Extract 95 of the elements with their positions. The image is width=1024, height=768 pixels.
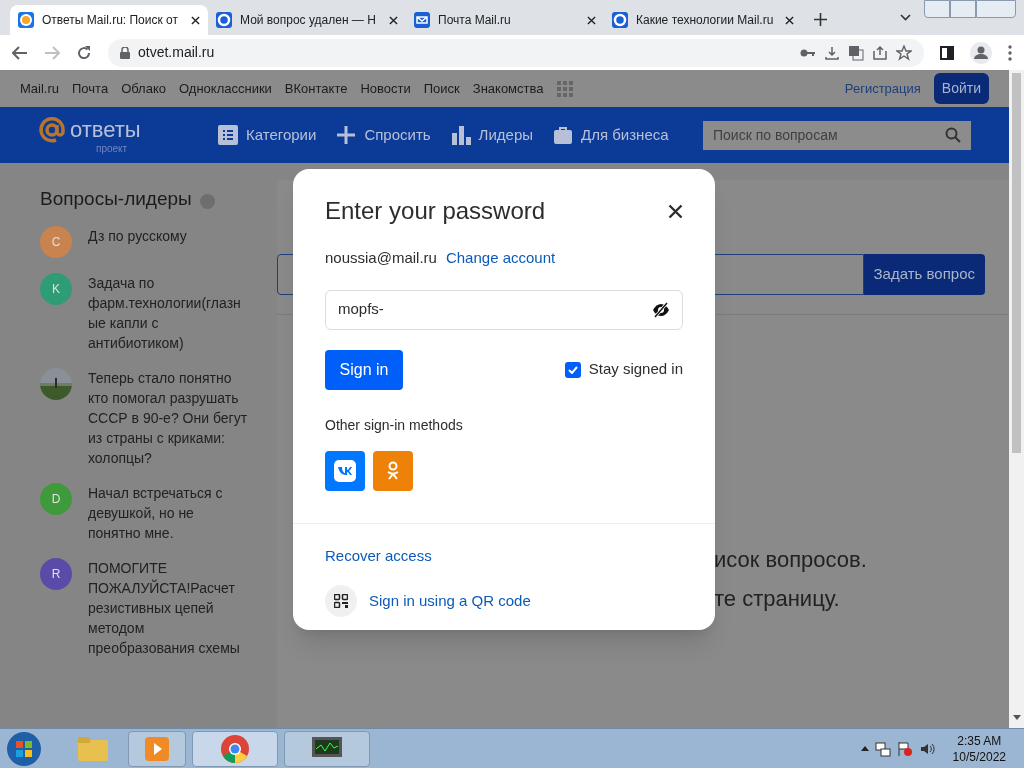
logo-subtitle: проект [96,144,129,154]
sign-in-button[interactable]: Sign in [325,349,403,390]
profile-icon[interactable] [970,41,992,64]
question-link[interactable]: ПОМОГИТЕ ПОЖАЛУЙСТА!Расчет резистивных цепей методом преобразования схемы [88,557,248,658]
dialog-title: Enter your password [325,196,546,226]
close-icon[interactable] [587,15,596,25]
header-nav-item[interactable]: Категории [218,123,317,147]
vk-icon [334,459,356,482]
address-bar[interactable]: otvet.mail.ru [108,38,924,67]
header-nav-item[interactable]: Спросить [336,123,431,147]
section-label: Other sign-in methods [325,415,464,435]
vk-button[interactable] [325,450,365,491]
register-link[interactable]: Регистрация [844,78,921,99]
ring-icon [612,12,628,28]
plus-icon [336,125,357,145]
check-icon [567,365,578,374]
menu-icon[interactable] [1008,44,1012,61]
network-icon[interactable] [874,740,891,757]
search-icon [945,127,961,143]
nav-link[interactable]: Mail.ru [20,78,59,99]
avatar: R [40,557,72,590]
briefcase-icon [553,125,574,145]
reload-icon[interactable] [76,44,92,61]
question-link[interactable]: Начал встречаться с девушкой, но не понятно мне. [88,482,248,543]
close-icon[interactable] [389,15,398,25]
close-icon[interactable] [668,203,683,219]
tab-title: Мой вопрос удален — H [240,12,377,29]
key-icon[interactable] [800,47,816,58]
logo-text: ответы [70,119,141,141]
download-icon[interactable] [824,44,840,61]
chevron-icon[interactable] [900,14,911,21]
lock-icon [120,46,130,59]
nav-link[interactable]: Одноклассники [179,78,272,99]
nav-link[interactable]: ВКонтакте [284,78,348,99]
message-text: исок вопросов. [714,546,868,574]
translate-icon[interactable] [848,44,864,61]
at-logo-icon [38,116,66,144]
header-nav-item[interactable]: Для бизнеса [553,123,669,147]
star-icon[interactable] [896,44,912,61]
avatar: K [40,272,72,305]
avatar: C [40,225,72,258]
flag-icon[interactable] [896,740,913,757]
nav-link[interactable]: Новости [360,78,411,99]
qr-icon[interactable] [325,585,357,617]
question-link[interactable]: Задача по фарм.технологии(глазные капли с антибиотиком) [88,272,248,353]
ok-button[interactable] [373,450,413,491]
sidebar-icon[interactable] [940,45,954,60]
list-icon [218,125,238,145]
eye-off-icon[interactable] [652,301,670,318]
play-icon [145,736,169,761]
tab-title: Ответы Mail.ru: Поиск от [42,12,179,29]
ok-icon [387,460,399,481]
browser-tab[interactable]: Мой вопрос удален — H [208,5,406,35]
account-email: noussia@mail.ru [325,248,437,268]
nav-link[interactable]: Почта [72,78,109,99]
sidebar-title: Вопросы-лидеры [40,187,192,211]
folder-icon [78,736,108,761]
envelope-icon [414,12,430,28]
browser-tab[interactable]: Ответы Mail.ru: Поиск от [10,5,208,35]
start-button[interactable] [6,730,42,767]
browser-tab[interactable]: Почта Mail.ru [406,5,604,35]
login-button[interactable]: Войти [933,73,989,104]
header-nav-item[interactable]: Лидеры [450,123,534,147]
search-field[interactable]: Поиск по вопросам [703,120,971,150]
scroll-down-icon[interactable] [1012,715,1021,720]
password-field[interactable]: mopfs- [325,289,683,330]
tray-arrow-icon[interactable] [860,746,869,751]
ask-button[interactable]: Задать вопрос [863,254,985,295]
chrome-icon [220,733,250,764]
nav-link[interactable]: Поиск [423,78,460,99]
message-text: те страницу. [714,585,841,613]
recover-link[interactable]: Recover access [325,544,683,567]
ring-icon [216,12,232,28]
question-link[interactable]: Дз по русскому [88,225,248,258]
close-icon[interactable] [191,15,200,25]
scrollbar-thumb[interactable] [1012,73,1021,453]
share-icon[interactable] [872,44,888,61]
nav-link[interactable]: Знакомства [472,78,544,99]
checkbox[interactable] [564,361,581,378]
change-account-link[interactable]: Change account [445,247,556,270]
nav-link[interactable]: Облако [121,78,166,99]
clock-date[interactable]: 10/5/2022 [952,748,1006,765]
close-icon[interactable] [785,15,794,25]
question-link[interactable]: Теперь стало понятно кто помогал разрушать СССР в 90-е? Они бегут из страны с криками: холопцы? [88,367,248,468]
avatar: D [40,482,72,515]
back-icon[interactable] [12,45,28,60]
checkbox-label[interactable]: Stay signed in [588,358,683,381]
new-tab-icon[interactable] [814,13,827,26]
browser-tab[interactable]: Какие технологии Mail.ru [604,5,802,35]
bar-chart-icon [450,125,471,145]
clock-time[interactable]: 2:35 AM [957,732,1002,749]
qr-sign-in-link[interactable]: Sign in using a QR code [369,589,531,613]
tab-title: Почта Mail.ru [438,12,512,29]
taskbar-app[interactable] [284,730,370,767]
tab-title: Какие технологии Mail.ru [636,12,775,29]
